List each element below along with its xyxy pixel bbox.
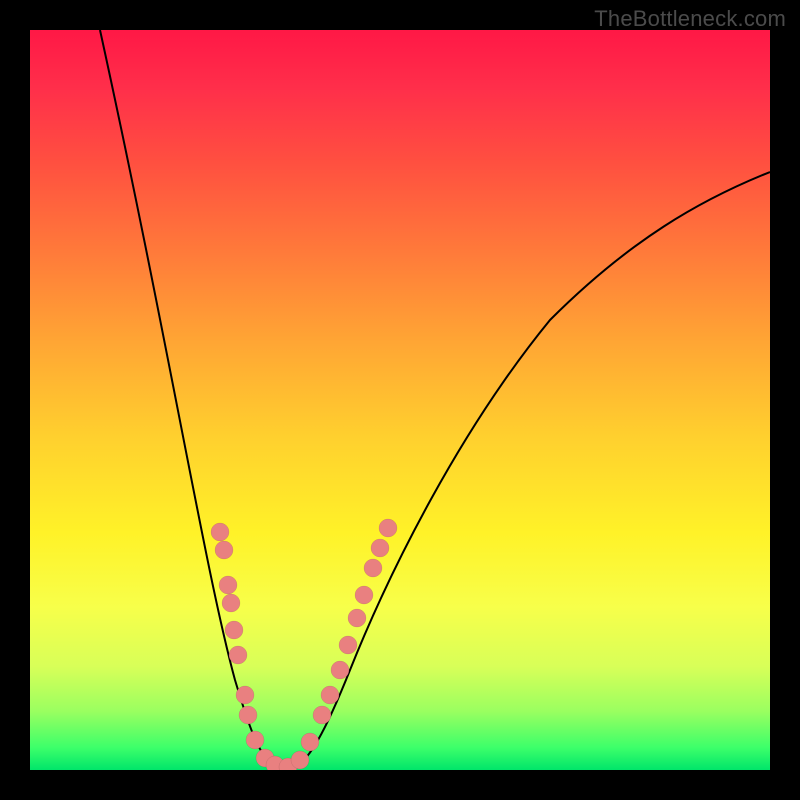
data-marker: [236, 686, 254, 704]
data-marker: [379, 519, 397, 537]
markers-group: [211, 519, 397, 770]
watermark-label: TheBottleneck.com: [594, 6, 786, 32]
data-marker: [211, 523, 229, 541]
data-marker: [364, 559, 382, 577]
data-marker: [225, 621, 243, 639]
data-marker: [339, 636, 357, 654]
data-marker: [291, 751, 309, 769]
data-marker: [331, 661, 349, 679]
data-marker: [301, 733, 319, 751]
data-marker: [219, 576, 237, 594]
data-marker: [348, 609, 366, 627]
chart-frame: TheBottleneck.com: [0, 0, 800, 800]
data-marker: [246, 731, 264, 749]
bottleneck-curve: [100, 30, 770, 769]
chart-svg: [30, 30, 770, 770]
data-marker: [371, 539, 389, 557]
data-marker: [222, 594, 240, 612]
plot-area: [30, 30, 770, 770]
data-marker: [215, 541, 233, 559]
data-marker: [313, 706, 331, 724]
data-marker: [239, 706, 257, 724]
data-marker: [229, 646, 247, 664]
data-marker: [355, 586, 373, 604]
data-marker: [321, 686, 339, 704]
